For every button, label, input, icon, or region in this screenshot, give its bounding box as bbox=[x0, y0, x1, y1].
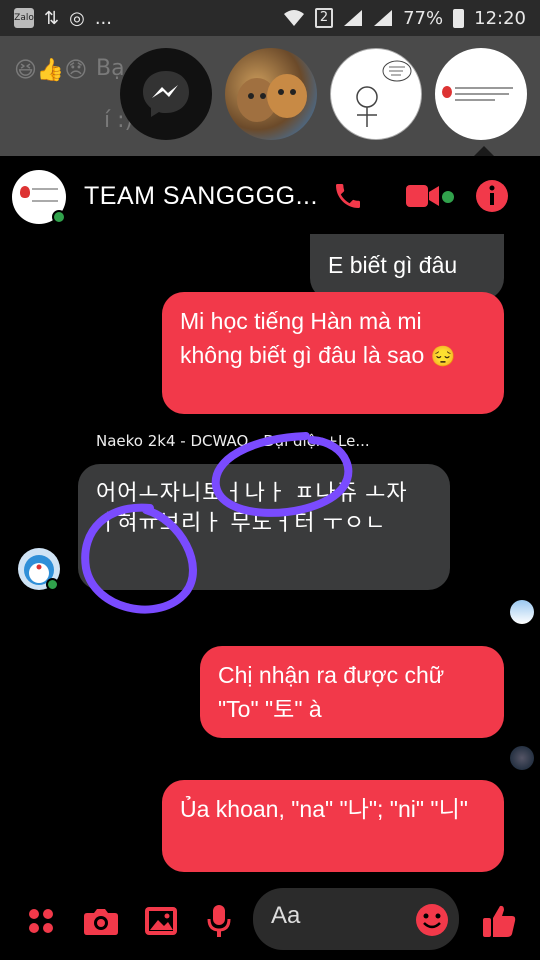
pensive-emoji-icon: 😔 bbox=[430, 346, 456, 368]
message-text: E biết gì đâu bbox=[328, 252, 458, 278]
battery-icon bbox=[453, 8, 465, 28]
message-bubble-2[interactable]: Mi học tiếng Hàn mà mi không biết gì đâu… bbox=[162, 292, 504, 414]
gallery-button[interactable] bbox=[140, 900, 182, 942]
message-bubble-1[interactable]: E biết gì đâu bbox=[310, 234, 504, 300]
status-bar: Zalo ⇅ ◎ ... 2 77% 12:20 bbox=[0, 0, 540, 36]
sync-icon: ◎ bbox=[69, 7, 85, 29]
messenger-icon bbox=[143, 71, 189, 117]
video-active-dot bbox=[442, 191, 454, 203]
video-call-button[interactable] bbox=[398, 176, 448, 216]
battery-percent: 77% bbox=[403, 7, 444, 29]
message-bubble-5[interactable]: Ủa khoan, "na" "나"; "ni" "니" bbox=[162, 780, 504, 872]
voice-button[interactable] bbox=[198, 900, 240, 942]
read-receipt-avatar bbox=[510, 600, 534, 624]
clock: 12:20 bbox=[474, 7, 526, 29]
team-thumbnail bbox=[442, 86, 513, 101]
message-text: 어어ㅗ자니토ㅓ나ㅏ ㅍ나쥬 ㅗ자 ㅓ혀ㅠ보리ㅏ 무노ㅓ터 ㅜㅇㄴ bbox=[96, 480, 408, 535]
emoji-icon bbox=[416, 904, 448, 936]
image-icon bbox=[145, 907, 177, 935]
status-dots: ... bbox=[94, 7, 112, 29]
camera-icon bbox=[84, 909, 118, 935]
camera-button[interactable] bbox=[80, 900, 122, 942]
sketch-chat-head[interactable] bbox=[330, 48, 422, 140]
message-bubble-3[interactable]: 어어ㅗ자니토ㅓ나ㅏ ㅍ나쥬 ㅗ자 ㅓ혀ㅠ보리ㅏ 무노ㅓ터 ㅜㅇㄴ bbox=[78, 464, 450, 590]
read-receipt-avatar-2 bbox=[510, 746, 534, 770]
signal-icon-2 bbox=[374, 10, 393, 26]
sender-online-indicator bbox=[46, 578, 59, 591]
ghost-emoji-icon: 😆👍😞 bbox=[14, 58, 88, 83]
sender-name: Naeko 2k4 - DCWAO - Đại diện+Le... bbox=[96, 432, 370, 450]
call-button[interactable] bbox=[328, 176, 368, 216]
signal-icon bbox=[344, 10, 363, 26]
video-icon bbox=[406, 185, 439, 207]
microphone-icon bbox=[207, 905, 231, 937]
active-head-caret bbox=[474, 146, 494, 156]
message-bubble-4[interactable]: Chị nhận ra được chữ "To" "토" à bbox=[200, 646, 504, 738]
message-text: Mi học tiếng Hàn mà mi không biết gì đâu… bbox=[180, 308, 425, 368]
wifi-icon bbox=[283, 10, 304, 26]
zalo-icon: Zalo bbox=[14, 8, 34, 28]
info-button[interactable] bbox=[472, 176, 512, 216]
message-text: Ủa khoan, "na" "나"; "ni" "니" bbox=[180, 796, 468, 822]
like-button[interactable] bbox=[478, 900, 520, 942]
cats-chat-head[interactable] bbox=[225, 48, 317, 140]
chat-header: TEAM SANGGGG... bbox=[0, 156, 540, 238]
info-icon bbox=[476, 180, 508, 212]
sim-slot: 2 bbox=[314, 8, 334, 28]
online-indicator bbox=[52, 210, 66, 224]
messenger-chat-head[interactable] bbox=[120, 48, 212, 140]
sketch-drawing bbox=[356, 60, 412, 127]
team-chat-head[interactable] bbox=[435, 48, 527, 140]
thumbs-up-icon bbox=[483, 905, 516, 937]
apps-icon bbox=[29, 909, 53, 933]
emoji-button[interactable] bbox=[412, 900, 452, 940]
conversation-title[interactable]: TEAM SANGGGG... bbox=[84, 182, 318, 211]
transfer-icon: ⇅ bbox=[44, 7, 60, 29]
cats-photo bbox=[237, 74, 307, 122]
message-text: Chị nhận ra được chữ "To" "토" à bbox=[218, 662, 445, 722]
message-input-placeholder: Aa bbox=[271, 902, 301, 929]
phone-icon bbox=[336, 184, 360, 208]
apps-button[interactable] bbox=[20, 900, 62, 942]
